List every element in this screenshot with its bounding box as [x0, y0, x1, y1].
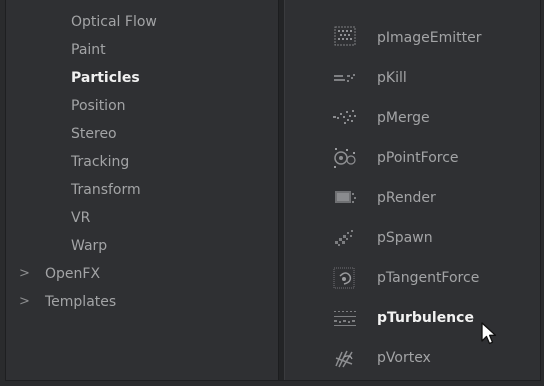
tool-label: pTangentForce	[377, 270, 480, 286]
turbulence-icon	[334, 311, 356, 326]
tree-item-paint[interactable]: Paint	[71, 38, 106, 62]
tree-item-particles[interactable]: Particles	[71, 66, 140, 90]
tool-label: pImageEmitter	[377, 30, 482, 46]
tool-item-pimageemitter[interactable]: pImageEmitter	[286, 18, 540, 58]
tree-group-label: OpenFX	[45, 266, 101, 282]
tree-item-transform[interactable]: Transform	[71, 178, 141, 202]
tool-item-pkill[interactable]: pKill	[286, 58, 540, 98]
image-emitter-icon	[334, 26, 356, 46]
tool-label: pSpawn	[377, 230, 433, 246]
tree-item-vr[interactable]: VR	[71, 206, 90, 230]
panel-splitter[interactable]	[278, 0, 285, 380]
tree-group-label: Templates	[45, 294, 117, 310]
tree-group-openfx[interactable]: > OpenFX	[19, 262, 169, 286]
kill-icon	[334, 74, 355, 82]
tool-item-pvortex[interactable]: pVortex	[286, 338, 540, 378]
tree-item-warp[interactable]: Warp	[71, 234, 107, 258]
render-icon	[335, 191, 356, 203]
tool-item-pspawn[interactable]: pSpawn	[286, 218, 540, 258]
chevron-right-icon[interactable]: >	[19, 290, 31, 314]
tool-item-ppointforce[interactable]: pPointForce	[286, 138, 540, 178]
tree-item-optical-flow[interactable]: Optical Flow	[71, 10, 157, 34]
mouse-pointer-icon	[481, 322, 497, 345]
tool-label: pKill	[377, 70, 407, 86]
tool-label: pTurbulence	[377, 310, 474, 326]
tool-list: pImageEmitter pKill pMerge pPointForce p…	[286, 0, 540, 380]
chevron-right-icon[interactable]: >	[19, 262, 31, 286]
tool-label: pPointForce	[377, 150, 459, 166]
effects-library-panel: Optical Flow Paint Particles Position St…	[5, 0, 541, 381]
tool-item-prender[interactable]: pRender	[286, 178, 540, 218]
spawn-icon	[335, 230, 353, 246]
tool-label: pMerge	[377, 110, 430, 126]
tool-label: pRender	[377, 190, 436, 206]
tree-item-position[interactable]: Position	[71, 94, 126, 118]
category-tree: Optical Flow Paint Particles Position St…	[6, 0, 278, 380]
tool-label: pVortex	[377, 350, 431, 366]
merge-icon	[333, 110, 356, 124]
vortex-icon	[335, 350, 353, 368]
tool-item-ptangentforce[interactable]: pTangentForce	[286, 258, 540, 298]
point-force-icon	[334, 148, 356, 168]
tree-item-stereo[interactable]: Stereo	[71, 122, 117, 146]
tangent-force-icon	[333, 267, 355, 289]
tool-item-pturbulence[interactable]: pTurbulence	[286, 298, 540, 338]
tool-item-pmerge[interactable]: pMerge	[286, 98, 540, 138]
window-frame: Optical Flow Paint Particles Position St…	[0, 0, 544, 386]
tree-group-templates[interactable]: > Templates	[19, 290, 169, 314]
tree-item-tracking[interactable]: Tracking	[71, 150, 129, 174]
